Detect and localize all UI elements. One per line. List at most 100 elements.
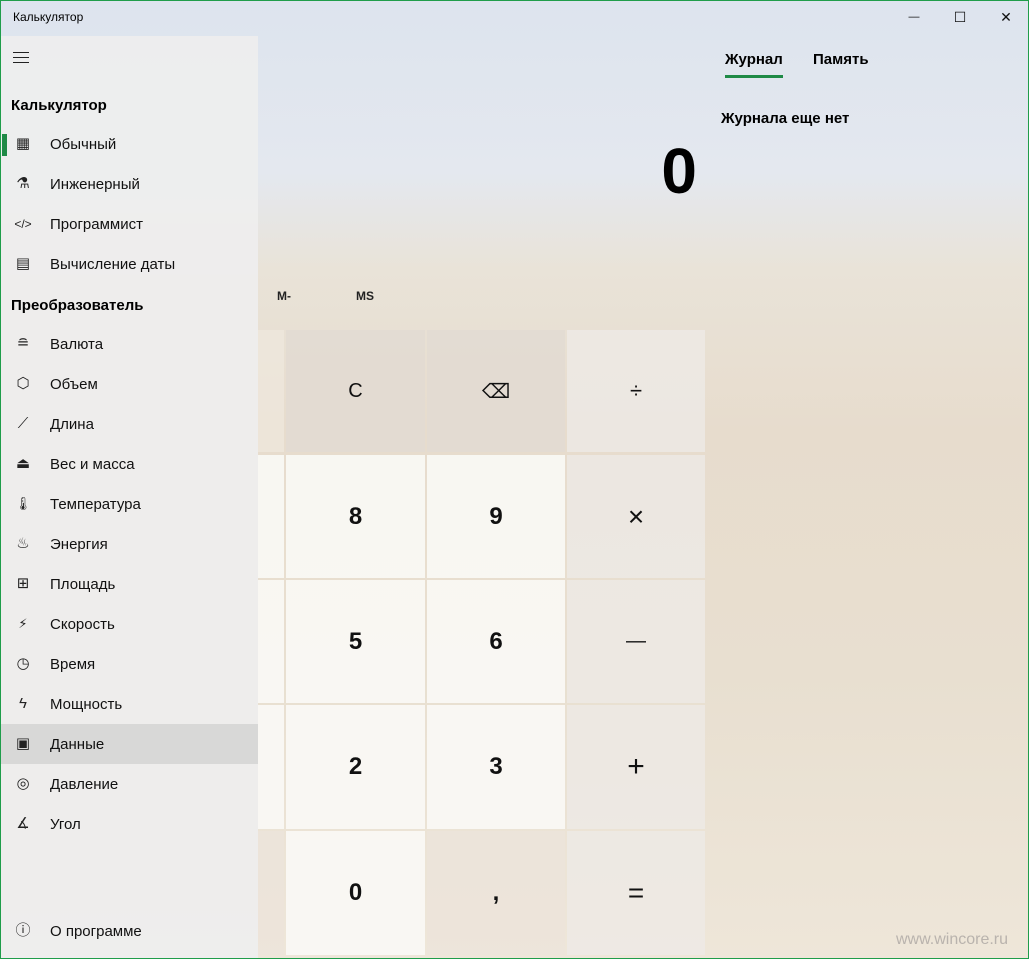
nav-label: Температура [50, 496, 141, 513]
result-display: 0 [661, 135, 697, 207]
close-icon: ✕ [1000, 8, 1012, 25]
calculator-window: Калькулятор — ☐ ✕ Журнал Память Журнала … [0, 0, 1029, 959]
nav-item-pressure[interactable]: ◎ Давление [1, 764, 258, 804]
section-converter: Преобразователь [11, 297, 144, 314]
angle-icon: ∡ [16, 815, 30, 832]
nav-label: Угол [50, 816, 81, 833]
nav-label: Длина [50, 416, 94, 433]
nav-item-temperature[interactable]: 🌡 Температура [1, 484, 258, 524]
key-6[interactable]: 6 [427, 580, 565, 703]
running-icon: ⚡ [18, 616, 28, 631]
nav-label: Обычный [50, 136, 117, 153]
key-clear[interactable]: C [286, 330, 425, 452]
maximize-button[interactable]: ☐ [937, 1, 983, 33]
nav-label: Инженерный [50, 176, 140, 193]
nav-item-angle[interactable]: ∡ Угол [1, 804, 258, 844]
calendar-icon: ▤ [15, 255, 31, 272]
nav-item-standard[interactable]: ▦ Обычный [1, 124, 258, 164]
key-add[interactable]: + [567, 705, 705, 829]
key-3[interactable]: 3 [427, 705, 565, 829]
nav-item-currency[interactable]: ≘ Валюта [1, 324, 258, 364]
key-7[interactable] [258, 455, 284, 578]
window-title: Калькулятор [13, 10, 84, 24]
cube-icon: ⬡ [16, 375, 30, 392]
ruler-icon: ⟋ [17, 415, 29, 432]
navigation-pane: Калькулятор ▦ Обычный ⚗ Инженерный </> П… [1, 36, 258, 958]
equals-icon: = [627, 877, 645, 908]
nav-label: Вычисление даты [50, 256, 176, 273]
code-icon: </> [14, 217, 32, 231]
minimize-button[interactable]: — [891, 1, 937, 33]
clock-icon: ◷ [16, 655, 30, 672]
key-negate[interactable] [258, 831, 284, 955]
nav-label: Программист [50, 216, 143, 233]
nav-item-volume[interactable]: ⬡ Объем [1, 364, 258, 404]
nav-item-power[interactable]: ϟ Мощность [1, 684, 258, 724]
nav-label: Время [50, 656, 96, 673]
nav-label: Площадь [50, 576, 116, 593]
divide-icon: ÷ [629, 378, 643, 403]
nav-label: Данные [50, 736, 105, 753]
maximize-icon: ☐ [953, 8, 967, 25]
thermometer-icon: 🌡 [14, 496, 32, 511]
key-decimal[interactable]: , [427, 831, 565, 955]
key-multiply[interactable]: × [567, 455, 705, 578]
minimize-icon: — [908, 11, 920, 23]
nav-item-energy[interactable]: ♨ Энергия [1, 524, 258, 564]
nav-item-data[interactable]: ▣ Данные [1, 724, 258, 764]
key-equals[interactable]: = [567, 831, 705, 955]
nav-label: О программе [50, 923, 142, 940]
memory-store-button[interactable]: MS [356, 289, 374, 303]
memory-subtract-button[interactable]: M- [277, 289, 291, 303]
nav-item-time[interactable]: ◷ Время [1, 644, 258, 684]
key-4[interactable] [258, 580, 284, 703]
key-8[interactable]: 8 [286, 455, 425, 578]
plus-icon: + [627, 750, 645, 783]
multiply-icon: × [627, 500, 645, 532]
watermark: www.wincore.ru [896, 931, 1009, 948]
key-5[interactable]: 5 [286, 580, 425, 703]
nav-item-weight[interactable]: ⏏ Вес и масса [1, 444, 258, 484]
key-0[interactable]: 0 [286, 831, 425, 955]
coins-icon: ≘ [16, 335, 30, 352]
key-9[interactable]: 9 [427, 455, 565, 578]
storage-icon: ▣ [15, 735, 31, 752]
info-icon: ⓘ [15, 922, 31, 939]
tab-history[interactable]: Журнал [725, 51, 783, 78]
grid-icon: ⊞ [16, 575, 30, 592]
nav-label: Вес и масса [50, 456, 135, 473]
nav-label: Мощность [50, 696, 123, 713]
weight-icon: ⏏ [15, 455, 31, 472]
nav-item-date[interactable]: ▤ Вычисление даты [1, 244, 258, 284]
close-button[interactable]: ✕ [983, 1, 1028, 33]
nav-item-area[interactable]: ⊞ Площадь [1, 564, 258, 604]
nav-item-length[interactable]: ⟋ Длина [1, 404, 258, 444]
nav-label: Объем [50, 376, 98, 393]
nav-label: Энергия [50, 536, 108, 553]
nav-label: Скорость [50, 616, 115, 633]
calculator-icon: ▦ [15, 135, 31, 152]
tab-memory[interactable]: Память [813, 51, 869, 75]
backspace-icon: ⌫ [481, 380, 511, 403]
nav-item-about[interactable]: ⓘ О программе [1, 911, 258, 951]
section-calculator: Калькулятор [11, 97, 107, 114]
nav-label: Давление [50, 776, 119, 793]
bolt-icon: ϟ [19, 695, 27, 712]
key-1[interactable] [258, 705, 284, 829]
flask-icon: ⚗ [16, 175, 30, 192]
history-empty-text: Журнала еще нет [721, 110, 850, 127]
key-divide[interactable]: ÷ [567, 330, 705, 452]
minus-icon: — [626, 630, 646, 652]
key-2[interactable]: 2 [286, 705, 425, 829]
flame-icon: ♨ [16, 535, 30, 552]
key-subtract[interactable]: — [567, 580, 705, 703]
nav-item-speed[interactable]: ⚡ Скорость [1, 604, 258, 644]
nav-item-programmer[interactable]: </> Программист [1, 204, 258, 244]
nav-label: Валюта [50, 336, 104, 353]
key-clear-entry[interactable] [258, 330, 284, 452]
key-backspace[interactable]: ⌫ [427, 330, 565, 452]
title-bar: Калькулятор — ☐ ✕ [1, 1, 1028, 33]
gauge-icon: ◎ [16, 775, 30, 792]
nav-item-scientific[interactable]: ⚗ Инженерный [1, 164, 258, 204]
hamburger-icon[interactable] [13, 50, 31, 64]
